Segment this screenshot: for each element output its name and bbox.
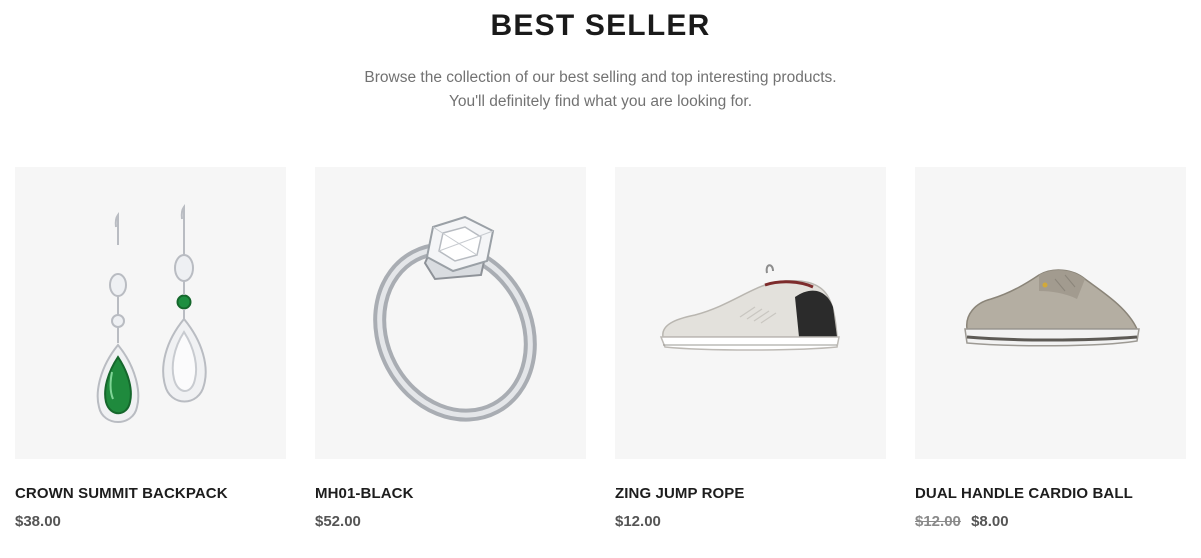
product-price: $38.00 (15, 513, 61, 530)
product-card: ZING JUMP ROPE $12.00 (615, 167, 886, 530)
diamond-ring-image (373, 215, 537, 422)
product-image-link[interactable] (15, 167, 286, 459)
product-old-price: $12.00 (915, 513, 961, 530)
product-card: DUAL HANDLE CARDIO BALL $12.00 $8.00 (915, 167, 1186, 530)
product-price-row: $52.00 (315, 513, 361, 530)
product-name[interactable]: MH01-BLACK (315, 485, 414, 502)
product-image-link[interactable] (615, 167, 886, 459)
product-name[interactable]: DUAL HANDLE CARDIO BALL (915, 485, 1133, 502)
emerald-earrings-image (96, 203, 207, 423)
product-price-row: $12.00 $8.00 (915, 513, 1009, 530)
product-price: $12.00 (615, 513, 661, 530)
section-title: BEST SELLER (490, 9, 711, 42)
product-card: MH01-BLACK $52.00 (315, 167, 586, 530)
product-price-row: $12.00 (615, 513, 661, 530)
product-name[interactable]: ZING JUMP ROPE (615, 485, 744, 502)
product-image-link[interactable] (915, 167, 1186, 459)
product-grid: CROWN SUMMIT BACKPACK $38.00 MH01-BLACK … (15, 167, 1187, 547)
subtitle-line-1: Browse the collection of our best sellin… (364, 69, 837, 86)
section-subtitle: Browse the collection of our best sellin… (0, 66, 1201, 114)
grey-sneaker-image (964, 269, 1140, 347)
product-card: CROWN SUMMIT BACKPACK $38.00 (15, 167, 286, 530)
product-price: $8.00 (971, 513, 1009, 530)
product-price-row: $38.00 (15, 513, 61, 530)
subtitle-line-2: You'll definitely find what you are look… (448, 93, 753, 110)
product-price: $52.00 (315, 513, 361, 530)
white-sneaker-image (659, 264, 840, 351)
product-image-link[interactable] (315, 167, 586, 459)
product-name[interactable]: CROWN SUMMIT BACKPACK (15, 485, 228, 502)
